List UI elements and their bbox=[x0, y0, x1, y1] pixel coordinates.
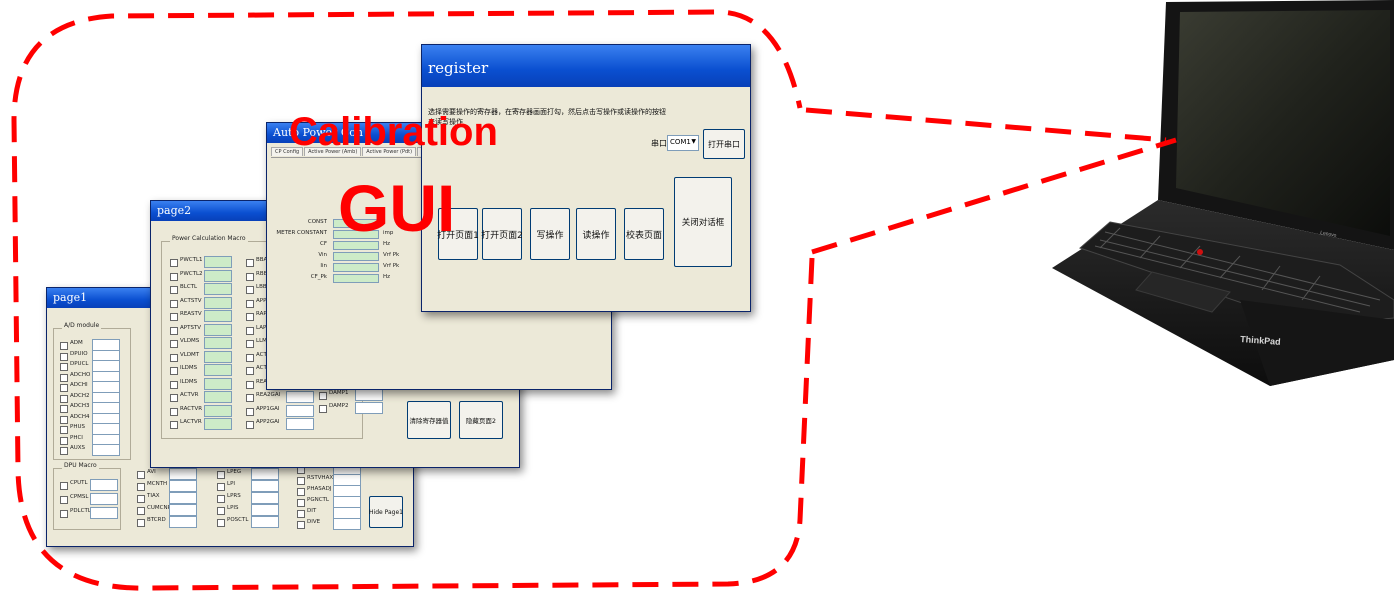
dashed-overlay bbox=[11, 9, 1177, 591]
dashed-rounded-outline bbox=[11, 9, 815, 591]
connector-line-lower bbox=[811, 137, 1177, 255]
connector-line-upper bbox=[805, 107, 1167, 143]
